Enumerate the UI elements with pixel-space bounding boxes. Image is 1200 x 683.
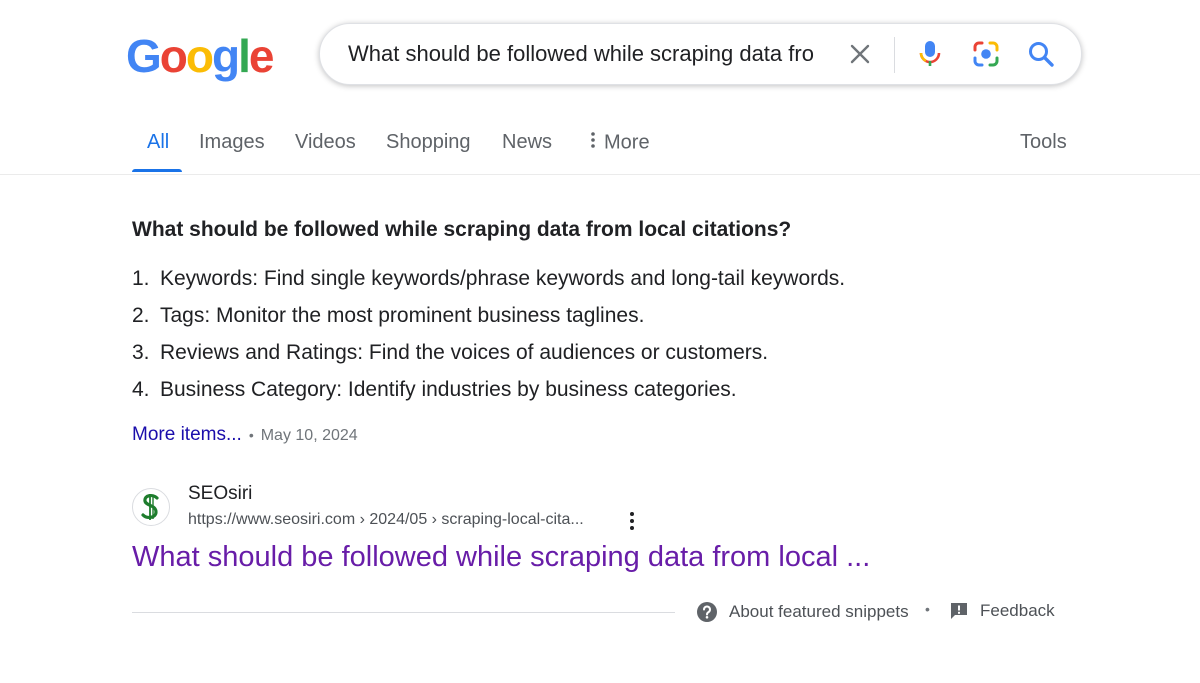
snippet-meta: More items... • May 10, 2024 <box>132 424 358 446</box>
list-number: 2. <box>132 304 150 327</box>
logo-letter: G <box>126 30 162 82</box>
result-title-link[interactable]: What should be followed while scraping d… <box>132 541 870 574</box>
list-item: 2. Tags: Monitor the most prominent busin… <box>132 301 845 338</box>
list-number: 1. <box>132 267 150 290</box>
tab-all[interactable]: All <box>147 131 169 154</box>
tabs-divider <box>0 174 1200 175</box>
more-items-link[interactable]: More items... <box>132 424 242 445</box>
search-divider <box>894 37 895 73</box>
tab-videos[interactable]: Videos <box>295 131 356 154</box>
google-lens-icon[interactable] <box>970 38 1002 70</box>
list-text: Tags: Monitor the most prominent busines… <box>160 304 645 327</box>
snippet-list: 1. Keywords: Find single keywords/phrase … <box>132 264 845 412</box>
result-options-icon[interactable] <box>622 509 642 533</box>
tools-button[interactable]: Tools <box>1020 131 1067 154</box>
list-item: 3. Reviews and Ratings: Find the voices o… <box>132 338 845 375</box>
list-item: 1. Keywords: Find single keywords/phrase … <box>132 264 845 301</box>
site-url[interactable]: https://www.seosiri.com › 2024/05 › scra… <box>188 511 584 529</box>
tab-more[interactable]: More <box>590 131 650 155</box>
help-icon <box>697 602 717 622</box>
logo-letter: o <box>185 30 214 82</box>
feedback-label: Feedback <box>980 601 1055 620</box>
logo-letter: e <box>248 30 275 82</box>
active-tab-indicator <box>132 169 182 172</box>
more-vert-icon <box>590 131 596 155</box>
logo-letter: o <box>159 30 188 82</box>
logo-letter: l <box>238 30 251 82</box>
site-favicon[interactable] <box>132 488 170 526</box>
separator-dot: • <box>925 601 930 617</box>
seosiri-logo-icon <box>141 494 159 520</box>
search-icon[interactable] <box>1025 38 1057 70</box>
list-number: 3. <box>132 341 150 364</box>
about-label: About featured snippets <box>729 602 909 621</box>
list-text: Reviews and Ratings: Find the voices of … <box>160 341 769 364</box>
logo-letter: g <box>212 30 240 82</box>
list-text: Keywords: Find single keywords/phrase ke… <box>160 267 846 290</box>
snippet-date: May 10, 2024 <box>260 427 358 444</box>
about-featured-snippets-link[interactable]: About featured snippets <box>696 601 909 623</box>
microphone-icon[interactable] <box>914 38 946 70</box>
snippet-title: What should be followed while scraping d… <box>132 218 792 241</box>
tab-more-label: More <box>604 131 650 154</box>
list-item: 4. Business Category: Identify industries… <box>132 375 845 412</box>
footer-divider <box>132 612 675 613</box>
tab-news[interactable]: News <box>502 131 552 154</box>
site-name[interactable]: SEOsiri <box>188 483 252 505</box>
close-icon[interactable] <box>844 38 876 70</box>
list-text: Business Category: Identify industries b… <box>160 378 737 401</box>
list-number: 4. <box>132 378 150 401</box>
separator-dot: • <box>248 426 254 443</box>
tab-shopping[interactable]: Shopping <box>386 131 471 154</box>
search-box: What should be followed while scraping d… <box>319 23 1082 85</box>
feedback-link[interactable]: Feedback <box>949 601 1055 621</box>
google-logo[interactable]: Google <box>126 30 275 82</box>
tab-images[interactable]: Images <box>199 131 265 154</box>
feedback-icon <box>951 603 967 619</box>
search-input[interactable]: What should be followed while scraping d… <box>348 24 828 84</box>
